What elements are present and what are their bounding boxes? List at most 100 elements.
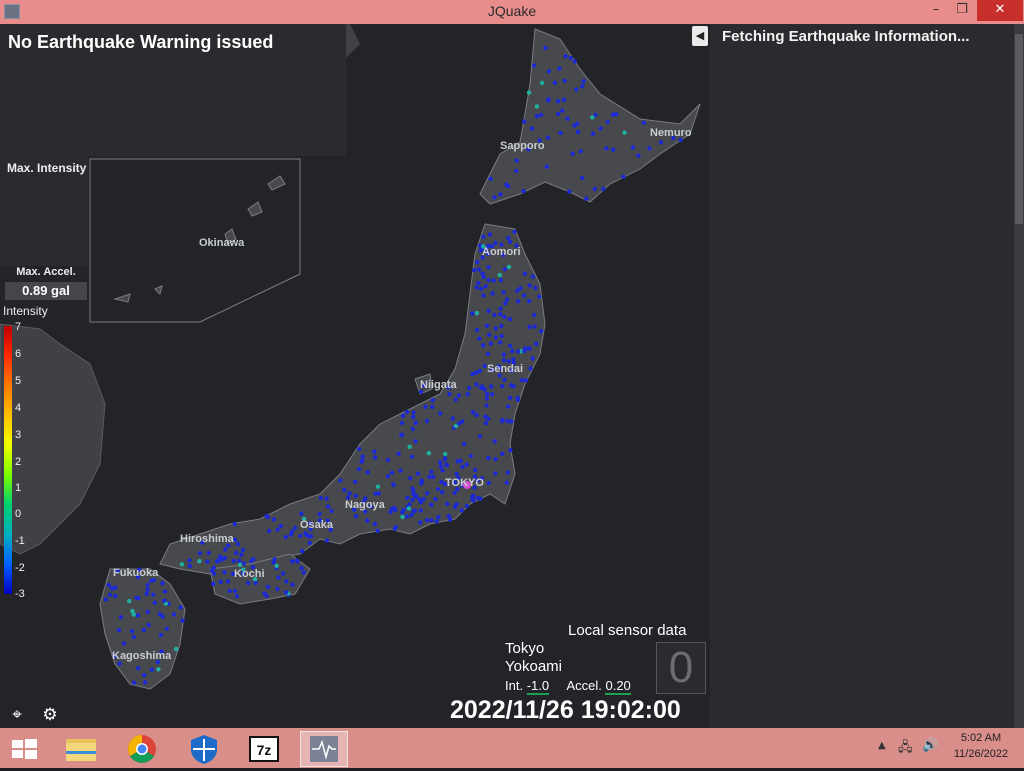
sensor-dot <box>499 418 505 424</box>
sidebar-scrollbar[interactable] <box>1014 24 1024 728</box>
sensor-dot <box>481 293 486 298</box>
sensor-dot <box>180 618 185 623</box>
sensor-dot <box>488 176 493 181</box>
sensor-dot <box>211 565 216 570</box>
scrollbar-thumb[interactable] <box>1015 34 1023 224</box>
sensor-dot <box>545 98 551 103</box>
scale-tick: 5 <box>15 375 22 387</box>
sensor-dot <box>522 119 527 124</box>
sensor-dot <box>456 421 462 426</box>
sensor-dot <box>489 384 494 389</box>
sensor-dot <box>590 115 595 120</box>
sensor-dot <box>647 146 652 151</box>
sensor-dot <box>113 593 118 599</box>
taskbar-chrome[interactable] <box>118 731 166 767</box>
sensor-dot <box>590 131 596 136</box>
sensor-dot <box>481 343 486 348</box>
window-title: JQuake <box>487 3 537 19</box>
sensor-dot <box>324 538 329 543</box>
sensor-dot <box>424 491 430 496</box>
sensor-dot <box>465 392 470 397</box>
sensor-dot <box>511 384 516 389</box>
sensor-dot <box>601 186 606 192</box>
sensor-dot <box>497 272 502 278</box>
show-hidden-icons-chevron-icon[interactable]: ▲ <box>878 740 886 751</box>
sensor-dot <box>532 312 537 318</box>
taskbar-7zip[interactable]: 7z <box>240 731 288 767</box>
sensor-dot <box>418 520 423 525</box>
sensor-dot <box>453 397 458 402</box>
volume-icon[interactable]: 🔊 <box>922 738 938 753</box>
sensor-dot <box>149 667 154 672</box>
settings-gear-icon[interactable]: ⚙ <box>39 704 61 726</box>
sensor-dot <box>578 149 583 154</box>
sensor-dot <box>581 79 586 84</box>
sensor-dot <box>276 575 281 580</box>
sensor-dot <box>325 504 331 509</box>
sensor-dot <box>539 80 545 86</box>
sensor-dot <box>515 349 521 354</box>
sensor-dot <box>481 234 486 239</box>
sensor-dot <box>477 434 483 439</box>
sensor-dot <box>299 566 304 571</box>
sensor-dot <box>502 377 507 382</box>
taskbar-windows-security[interactable] <box>180 731 228 767</box>
sensor-dot <box>356 466 362 472</box>
start-button[interactable] <box>0 731 48 767</box>
sensor-dot <box>265 514 271 520</box>
sensor-dot <box>630 145 636 150</box>
sensor-dot <box>448 517 453 522</box>
sensor-dot <box>574 87 579 92</box>
sensor-dot <box>492 312 497 318</box>
sensor-dot <box>375 484 381 489</box>
accel-value: 0.20 <box>605 678 631 695</box>
sensor-dot <box>289 529 295 534</box>
sensor-dot <box>508 239 513 244</box>
sensor-dot <box>527 324 532 330</box>
sensor-dot <box>477 368 483 374</box>
sensor-dot <box>342 487 347 493</box>
sensor-dot <box>489 392 495 397</box>
sensor-dot <box>515 299 521 304</box>
sensor-dot <box>275 527 280 532</box>
sensor-dot <box>563 54 568 59</box>
label-osaka: Osaka <box>300 519 334 531</box>
sensor-dot <box>301 570 306 575</box>
sensor-dot <box>136 596 141 601</box>
sensor-dot <box>360 454 365 459</box>
sensor-dot <box>430 404 435 410</box>
tray-time[interactable]: 5:02 AM <box>948 732 1014 744</box>
network-icon[interactable]: 🖧 <box>898 738 913 760</box>
taskbar-file-explorer[interactable] <box>58 731 106 767</box>
sensor-dot <box>427 474 432 480</box>
folder-icon <box>66 739 96 761</box>
label-hiroshima: Hiroshima <box>180 533 235 545</box>
collapse-panel-button[interactable]: ◀ <box>692 26 708 46</box>
restore-button[interactable]: ❐ <box>947 0 977 21</box>
sensor-dot <box>498 278 504 283</box>
sensor-dot <box>392 526 398 531</box>
close-button[interactable]: ✕ <box>977 0 1023 21</box>
sensor-dot <box>544 164 549 169</box>
sensor-dot <box>508 343 513 348</box>
int-label: Int. <box>505 678 524 693</box>
sensor-dot <box>484 403 489 408</box>
sensor-dot <box>357 446 362 452</box>
locate-icon[interactable]: ⌖ <box>6 704 28 726</box>
sensor-dot <box>523 346 528 351</box>
tray-date[interactable]: 11/26/2022 <box>948 748 1014 760</box>
taskbar-jquake[interactable] <box>300 731 348 767</box>
sensor-dot <box>486 455 491 461</box>
sensor-dot <box>562 78 567 83</box>
sensor-dot <box>304 532 309 538</box>
earthquake-map[interactable]: Sapporo Nemuro Okinawa Aomori Sendai Nii… <box>0 24 710 728</box>
sensor-dot <box>225 579 231 584</box>
sensor-dot <box>598 126 603 131</box>
sensor-dot <box>483 284 488 289</box>
sensor-dot <box>534 113 540 119</box>
sensor-dot <box>470 497 475 503</box>
sensor-dot <box>641 120 646 125</box>
windows-logo-icon <box>12 739 37 759</box>
sensor-dot <box>545 135 551 140</box>
sensor-dot <box>502 267 508 272</box>
